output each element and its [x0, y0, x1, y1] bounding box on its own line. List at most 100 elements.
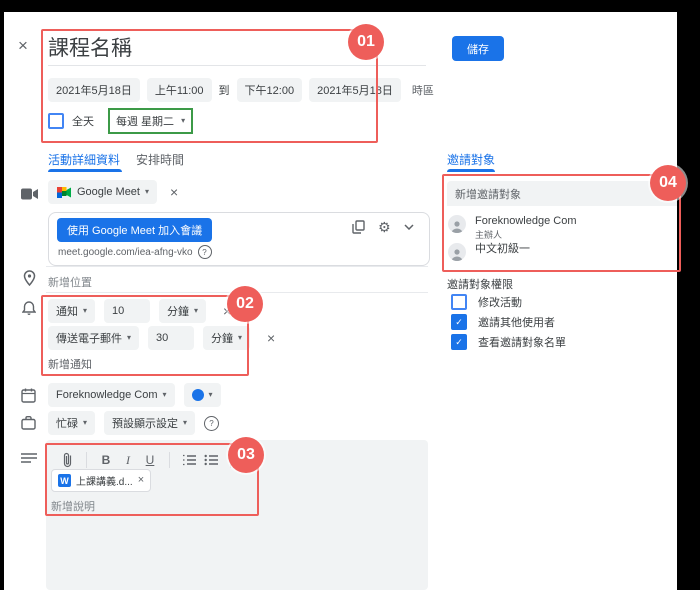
notification-unit-label: 分鐘 — [167, 306, 190, 318]
location-input[interactable]: 新增位置 — [48, 274, 92, 290]
copy-icon[interactable] — [352, 220, 365, 234]
calendar-event-editor: × 課程名稱 儲存 2021年5月18日 上午11:00 到 下午12:00 2… — [0, 0, 700, 590]
description-placeholder[interactable]: 新增說明 — [51, 498, 95, 514]
recurrence-dropdown[interactable]: 每週 星期二 — [116, 113, 174, 129]
start-time-field[interactable]: 上午11:00 — [146, 78, 212, 102]
meet-info-icon[interactable]: ? — [197, 245, 212, 259]
annotation-badge-02: 02 — [227, 286, 263, 322]
add-notification-button[interactable]: 新增通知 — [48, 356, 92, 372]
allday-row: 全天 每週 星期二 ▾ — [48, 108, 194, 134]
meet-link-row: meet.google.com/iea-afng-vko ? — [58, 245, 212, 259]
numbered-list-icon[interactable] — [178, 454, 200, 466]
add-guests-input[interactable]: 新增邀請對象 — [447, 181, 677, 206]
visibility-dropdown[interactable]: 預設顯示設定 ▾ — [104, 411, 196, 435]
chevron-down-icon: ▾ — [183, 418, 188, 427]
join-meet-button[interactable]: 使用 Google Meet 加入會議 — [57, 218, 213, 242]
guest-role: 主辦人 — [475, 230, 503, 240]
tab-details-underline — [48, 169, 122, 172]
event-color-dropdown[interactable]: ▾ — [183, 383, 221, 407]
permission-label: 修改活動 — [478, 297, 522, 309]
chevron-down-icon: ▾ — [194, 306, 199, 315]
close-icon[interactable]: × — [18, 36, 28, 56]
italic-button[interactable]: I — [117, 453, 139, 468]
end-date-field[interactable]: 2021年5月18日 — [309, 78, 401, 102]
remove-attachment-icon[interactable]: × — [138, 475, 144, 486]
notification-unit-dropdown[interactable]: 分鐘 ▾ — [203, 326, 251, 350]
meet-card-actions: ⚙ — [352, 220, 414, 234]
busy-status-dropdown[interactable]: 忙碌 ▾ — [48, 411, 96, 435]
word-doc-icon: W — [58, 474, 71, 487]
chevron-down-icon: ▾ — [83, 306, 88, 315]
start-date-field[interactable]: 2021年5月18日 — [48, 78, 140, 102]
guest-name: Foreknowledge Com — [475, 215, 577, 227]
notification-unit-dropdown[interactable]: 分鐘 ▾ — [159, 299, 207, 323]
notification-method-label: 通知 — [56, 306, 78, 318]
tab-guests[interactable]: 邀請對象 — [447, 151, 495, 168]
chevron-down-icon[interactable] — [404, 224, 414, 230]
avatar — [448, 243, 466, 261]
tab-schedule[interactable]: 安排時間 — [136, 151, 184, 168]
annotation-badge-01: 01 — [348, 24, 384, 60]
guest-row[interactable]: 中文初級一 — [448, 243, 530, 261]
divider — [46, 266, 428, 267]
meet-provider-dropdown[interactable]: Google Meet ▾ — [48, 180, 157, 204]
description-icon — [21, 453, 37, 464]
notification-value-input[interactable]: 10 — [104, 299, 151, 323]
attach-paperclip-icon[interactable] — [56, 452, 78, 468]
chevron-down-icon: ▾ — [208, 390, 213, 399]
notification-value-input[interactable]: 30 — [148, 326, 195, 350]
bulleted-list-icon[interactable] — [200, 454, 222, 466]
permission-row[interactable]: ✓ 邀請其他使用者 — [451, 314, 555, 330]
tab-guests-underline — [447, 169, 495, 172]
status-row: 忙碌 ▾ 預設顯示設定 ▾ ? — [48, 411, 220, 435]
permission-label: 查看邀請對象名單 — [478, 337, 566, 349]
remove-meet-icon[interactable]: × — [170, 185, 178, 199]
tab-event-details[interactable]: 活動詳細資料 — [48, 151, 120, 168]
chevron-down-icon: ▾ — [181, 116, 186, 125]
google-meet-icon — [57, 186, 71, 198]
video-camera-icon — [21, 188, 38, 200]
invite-others-checkbox[interactable]: ✓ — [451, 314, 467, 330]
all-day-checkbox[interactable] — [48, 113, 64, 129]
bell-icon — [22, 301, 36, 316]
permission-row[interactable]: ✓ 查看邀請對象名單 — [451, 334, 566, 350]
event-title-input[interactable]: 課程名稱 — [48, 32, 132, 62]
underline-button[interactable]: U — [139, 453, 161, 467]
save-button[interactable]: 儲存 — [452, 36, 504, 61]
guest-row[interactable]: Foreknowledge Com 主辦人 — [448, 215, 577, 241]
title-underline — [48, 65, 426, 66]
bold-button[interactable]: B — [95, 453, 117, 467]
datetime-row: 2021年5月18日 上午11:00 到 下午12:00 2021年5月18日 … — [48, 78, 434, 102]
calendar-select-dropdown[interactable]: Foreknowledge Com ▾ — [48, 383, 175, 407]
remove-notification-icon[interactable]: × — [267, 331, 275, 345]
notification-method-dropdown[interactable]: 通知 ▾ — [48, 299, 96, 323]
chevron-down-icon: ▾ — [144, 187, 149, 196]
briefcase-icon — [21, 416, 36, 430]
annotation-badge-03: 03 — [228, 437, 264, 473]
chevron-down-icon: ▾ — [162, 390, 167, 399]
end-time-field[interactable]: 下午12:00 — [236, 78, 303, 102]
meet-link[interactable]: meet.google.com/iea-afng-vko — [58, 247, 193, 258]
all-day-label: 全天 — [72, 116, 94, 128]
timezone-button[interactable]: 時區 — [412, 82, 434, 98]
notification-row-2: 傳送電子郵件 ▾ 30 分鐘 ▾ × — [48, 326, 275, 350]
meet-provider-label: Google Meet — [77, 186, 140, 198]
meet-provider-row: Google Meet ▾ × — [48, 180, 178, 204]
help-icon[interactable]: ? — [204, 415, 220, 431]
visibility-label: 預設顯示設定 — [112, 418, 179, 430]
guest-name: 中文初級一 — [475, 243, 530, 255]
permission-label: 邀請其他使用者 — [478, 317, 555, 329]
notification-method-dropdown[interactable]: 傳送電子郵件 ▾ — [48, 326, 140, 350]
see-guest-list-checkbox[interactable]: ✓ — [451, 334, 467, 350]
meet-settings-gear-icon[interactable]: ⚙ — [378, 220, 391, 234]
guest-permissions-title: 邀請對象權限 — [447, 279, 513, 291]
annotation-badge-04: 04 — [650, 165, 686, 201]
modify-event-checkbox[interactable] — [451, 294, 467, 310]
toolbar-separator — [169, 452, 170, 468]
notification-unit-label: 分鐘 — [211, 333, 234, 345]
recurrence-highlight: 每週 星期二 ▾ — [108, 108, 194, 134]
notification-row-1: 通知 ▾ 10 分鐘 ▾ × — [48, 299, 231, 323]
color-dot-icon — [191, 389, 204, 401]
permission-row[interactable]: 修改活動 — [451, 294, 522, 310]
attachment-chip[interactable]: W 上課講義.d... × — [51, 469, 152, 492]
